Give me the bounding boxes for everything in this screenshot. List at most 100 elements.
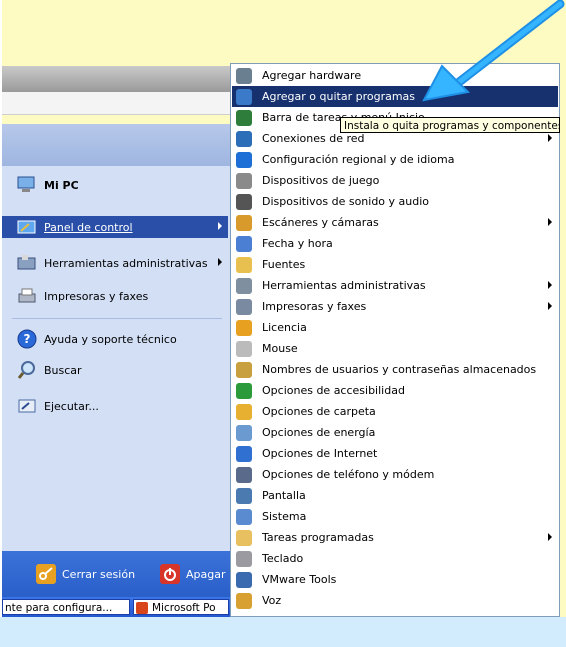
internet-icon [236,445,252,462]
printer-icon [16,285,38,307]
start-item-herramientas-administrativas[interactable]: Herramientas administrativas [2,252,228,274]
network-icon [236,130,252,147]
submenu-item[interactable]: Opciones de accesibilidad [232,380,558,401]
start-item-ayuda[interactable]: ? Ayuda y soporte técnico [2,328,228,350]
start-item-impresoras[interactable]: Impresoras y faxes [2,285,228,307]
run-icon [16,395,38,417]
taskbar-button-powerpoint[interactable]: Microsoft Po [133,599,229,615]
admin-tools-icon [16,252,38,274]
arrow-annotation-icon [422,0,565,102]
submenu-item-label: Opciones de energía [262,426,376,439]
taskbar-button[interactable]: nte para configura... [2,599,130,615]
power-icon [236,424,252,441]
submenu-item-label: Opciones de accesibilidad [262,384,405,397]
start-item-label: Herramientas administrativas [44,256,208,270]
start-item-label: Ejecutar... [44,399,99,413]
speaker-icon [236,193,252,210]
submenu-item[interactable]: Opciones de teléfono y módem [232,464,558,485]
submenu-item-label: Nombres de usuarios y contraseñas almace… [262,363,537,376]
powerpoint-icon [136,602,148,614]
submenu-item[interactable]: Mouse [232,338,558,359]
start-item-ejecutar[interactable]: Ejecutar... [2,395,228,417]
key-icon [36,564,56,584]
start-menu-right-header [2,124,230,166]
gamepad-icon [236,172,252,189]
add-remove-programs-icon [236,88,252,105]
submenu-item[interactable]: Herramientas administrativas [232,275,558,296]
submenu-item-label: Licencia [262,321,307,334]
submenu-item[interactable]: Escáneres y cámaras [232,212,558,233]
chevron-right-icon [548,218,552,226]
control-panel-icon [16,216,38,238]
keyboard-icon [236,550,252,567]
submenu-item-label: Escáneres y cámaras [262,216,379,229]
submenu-item-label: Opciones de Internet [262,447,378,460]
submenu-item-label: Pantalla [262,489,306,502]
submenu-item[interactable]: Configuración regional y de idioma [232,149,558,170]
submenu-item-label: Voz [262,594,282,607]
license-icon [236,319,252,336]
power-icon [160,564,180,584]
start-item-label: Buscar [44,363,82,377]
scheduled-tasks-icon [236,529,252,546]
chevron-right-icon [218,222,222,230]
shutdown-label: Apagar [186,567,226,581]
help-icon: ? [16,328,38,350]
search-icon [16,359,38,381]
chevron-right-icon [548,302,552,310]
start-item-buscar[interactable]: Buscar [2,359,228,381]
submenu-item[interactable]: Opciones de Internet [232,443,558,464]
folder-options-icon [236,403,252,420]
log-off-label: Cerrar sesión [62,567,136,581]
submenu-item[interactable]: Voz [232,590,558,611]
submenu-item[interactable]: VMware Tools [232,569,558,590]
submenu-item[interactable]: Dispositivos de sonido y audio [232,191,558,212]
start-menu-pinned-strip [2,92,230,115]
chevron-right-icon [218,258,222,266]
submenu-item-label: VMware Tools [262,573,337,586]
fonts-folder-icon [236,256,252,273]
submenu-item[interactable]: Fecha y hora [232,233,558,254]
system-icon [236,508,252,525]
submenu-item-label: Teclado [262,552,304,565]
printer-icon [236,298,252,315]
start-item-mi-pc[interactable]: Mi PC [2,174,228,196]
globe-icon [236,151,252,168]
submenu-item[interactable]: Opciones de energía [232,422,558,443]
voice-icon [236,592,252,609]
clock-icon [236,235,252,252]
tooltip: Instala o quita programas y componentes [340,117,560,133]
submenu-item[interactable]: Pantalla [232,485,558,506]
submenu-item-label: Herramientas administrativas [262,279,426,292]
phone-icon [236,466,252,483]
start-item-label: Impresoras y faxes [44,289,149,303]
start-item-panel-de-control[interactable]: Panel de control [2,216,228,238]
submenu-item[interactable]: Impresoras y faxes [232,296,558,317]
submenu-item-label: Agregar o quitar programas [262,90,416,103]
admin-tools-icon [236,277,252,294]
submenu-item[interactable]: Fuentes [232,254,558,275]
submenu-item-label: Sistema [262,510,307,523]
chevron-right-icon [548,281,552,289]
control-panel-submenu: Agregar hardware Agregar o quitar program… [230,63,560,617]
submenu-item-label: Agregar hardware [262,69,362,82]
submenu-item[interactable]: Licencia [232,317,558,338]
submenu-item[interactable]: Tareas programadas [232,527,558,548]
submenu-item-label: Dispositivos de juego [262,174,380,187]
submenu-item-label: Dispositivos de sonido y audio [262,195,430,208]
users-icon [236,361,252,378]
vmware-icon [236,571,252,588]
submenu-item[interactable]: Dispositivos de juego [232,170,558,191]
submenu-item-label: Tareas programadas [262,531,374,544]
start-item-label: Panel de control [44,220,133,234]
scanner-icon [236,214,252,231]
log-off-button[interactable]: Cerrar sesión [36,562,135,586]
taskbar-icon [236,109,252,126]
submenu-item[interactable]: Opciones de carpeta [232,401,558,422]
separator [12,318,222,319]
shutdown-button[interactable]: Apagar [160,562,226,586]
submenu-item[interactable]: Sistema [232,506,558,527]
submenu-item-label: Configuración regional y de idioma [262,153,455,166]
submenu-item[interactable]: Teclado [232,548,558,569]
submenu-item[interactable]: Nombres de usuarios y contraseñas almace… [232,359,558,380]
